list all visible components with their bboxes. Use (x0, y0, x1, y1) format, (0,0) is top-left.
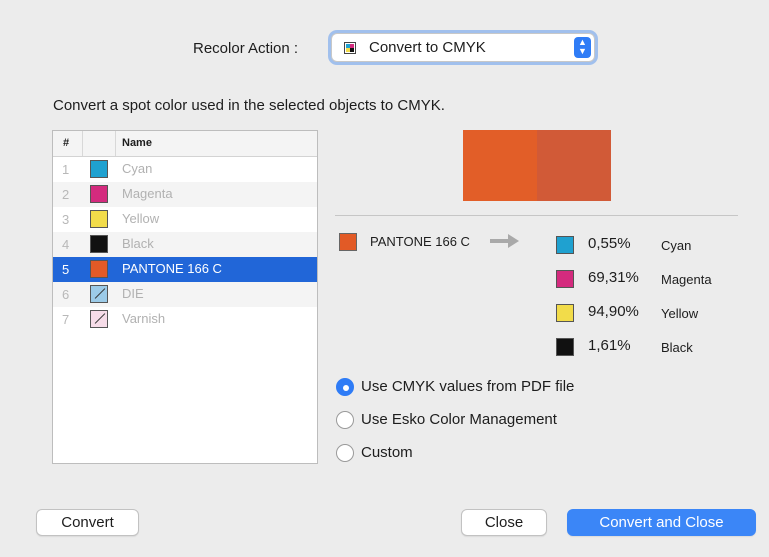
cmyk-name: Yellow (661, 306, 699, 321)
cmyk-swatch (556, 304, 574, 322)
preview-spot-color (463, 130, 537, 201)
row-swatch (90, 185, 108, 203)
recolor-action-select[interactable]: Convert to CMYK ▲ ▼ (331, 33, 595, 62)
column-header-number: # (63, 137, 70, 149)
recolor-action-value: Convert to CMYK (369, 39, 486, 56)
divider (335, 215, 738, 216)
column-header-name: Name (122, 137, 152, 149)
row-number: 1 (62, 162, 70, 177)
arrow-right-icon (490, 234, 519, 248)
row-name: PANTONE 166 C (122, 261, 222, 276)
cmyk-swatch (556, 338, 574, 356)
cmyk-percent: 94,90% (588, 303, 639, 320)
table-header: # Name (53, 131, 317, 157)
cmyk-name: Black (661, 340, 693, 355)
cmyk-percent: 0,55% (588, 235, 631, 252)
row-swatch (90, 260, 108, 278)
radio-label: Custom (361, 444, 413, 461)
cmyk-name: Cyan (661, 238, 692, 253)
description-text: Convert a spot color used in the selecte… (53, 97, 445, 114)
row-swatch (90, 210, 108, 228)
color-preview (463, 130, 611, 201)
row-swatch (90, 235, 108, 253)
row-name: DIE (122, 286, 144, 301)
row-number: 4 (62, 237, 70, 252)
row-name: Yellow (122, 211, 160, 226)
row-number: 3 (62, 212, 70, 227)
convert-button[interactable]: Convert (36, 509, 139, 536)
table-row[interactable]: 3 Yellow (53, 207, 317, 232)
spot-color-name: PANTONE 166 C (370, 234, 470, 249)
cmyk-swatch (556, 236, 574, 254)
table-row[interactable]: 5 PANTONE 166 C (53, 257, 317, 282)
row-name: Black (122, 236, 154, 251)
table-row[interactable]: 2 Magenta (53, 182, 317, 207)
radio-dot[interactable] (336, 378, 354, 396)
spot-color-swatch (339, 233, 357, 251)
row-swatch (90, 310, 108, 328)
radio-label: Use Esko Color Management (361, 411, 557, 428)
row-number: 6 (62, 287, 70, 302)
cmyk-swatch (556, 270, 574, 288)
cmyk-name: Magenta (661, 272, 712, 287)
table-row[interactable]: 1 Cyan (53, 157, 317, 182)
preview-cmyk-color (537, 130, 611, 201)
radio-dot[interactable] (336, 444, 354, 462)
recolor-action-label: Recolor Action : (193, 40, 299, 57)
chevron-updown-icon: ▲ ▼ (574, 37, 591, 58)
convert-and-close-button[interactable]: Convert and Close (567, 509, 756, 536)
row-name: Magenta (122, 186, 173, 201)
table-row[interactable]: 6 DIE (53, 282, 317, 307)
row-number: 5 (62, 262, 70, 277)
row-swatch (90, 285, 108, 303)
row-name: Varnish (122, 311, 166, 326)
table-row[interactable]: 4 Black (53, 232, 317, 257)
row-swatch (90, 160, 108, 178)
row-number: 7 (62, 312, 70, 327)
color-table: # Name 1 Cyan 2 Magenta 3 Yellow 4 Black 5 PANTON… (52, 130, 318, 464)
close-button[interactable]: Close (461, 509, 547, 536)
row-number: 2 (62, 187, 70, 202)
cmyk-icon (344, 42, 356, 54)
row-name: Cyan (122, 161, 153, 176)
radio-label: Use CMYK values from PDF file (361, 378, 575, 395)
cmyk-percent: 1,61% (588, 337, 631, 354)
table-row[interactable]: 7 Varnish (53, 307, 317, 332)
cmyk-percent: 69,31% (588, 269, 639, 286)
radio-dot[interactable] (336, 411, 354, 429)
